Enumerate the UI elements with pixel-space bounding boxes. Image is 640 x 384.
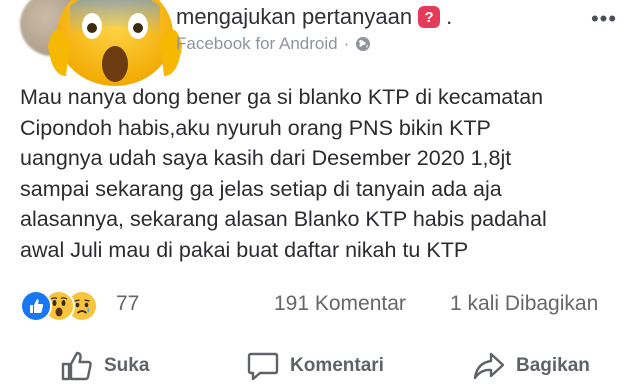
author-line: mengajukan pertanyaan ? . — [176, 2, 452, 32]
post-text: Mau nanya dong bener ga si blanko KTP di… — [20, 82, 630, 265]
like-icon — [20, 290, 52, 322]
share-button[interactable]: Bagikan — [472, 350, 590, 382]
post-text-line: Cipondoh habis,aku nyuruh orang PNS biki… — [20, 115, 491, 140]
post-stats: 77 191 Komentar 1 kali Dibagikan — [20, 288, 620, 322]
question-badge-icon: ? — [418, 6, 441, 28]
facebook-post: mengajukan pertanyaan ? . Facebook for A… — [0, 0, 640, 381]
like-button-label: Suka — [104, 355, 150, 376]
share-button-label: Bagikan — [516, 355, 590, 376]
share-count[interactable]: 1 kali Dibagikan — [450, 292, 598, 316]
comment-count[interactable]: 191 Komentar — [274, 292, 406, 316]
post-text-line: sampai sekarang ga jelas setiap di tanya… — [20, 176, 502, 201]
comment-button-label: Komentari — [290, 355, 384, 376]
reaction-summary[interactable] — [20, 290, 130, 322]
post-text-line: uangnya udah saya kasih dari Desember 20… — [20, 146, 512, 170]
comment-button[interactable]: Komentari — [246, 350, 384, 382]
like-button[interactable]: Suka — [60, 350, 149, 382]
reaction-count[interactable]: 77 — [116, 292, 139, 316]
scream-emoji-sticker-icon — [40, 0, 190, 86]
post-meta: Facebook for Android · — [176, 34, 371, 54]
trailing-dot: . — [446, 4, 453, 29]
post-text-line: alasannya, sekarang alasan Blanko KTP ha… — [20, 207, 547, 231]
comment-icon — [247, 352, 279, 381]
meta-separator: · — [343, 34, 350, 53]
more-options-button[interactable]: ••• — [586, 4, 622, 34]
globe-icon[interactable] — [355, 36, 371, 52]
post-source: Facebook for Android — [176, 34, 338, 53]
author-action-text: mengajukan pertanyaan — [176, 4, 413, 29]
thumbs-up-icon — [61, 351, 92, 381]
post-text-line: Mau nanya dong bener ga si blanko KTP di… — [20, 85, 544, 109]
share-arrow-icon — [473, 352, 505, 380]
post-text-line: awal Juli mau di pakai buat daftar nikah… — [20, 237, 469, 262]
action-bar: Suka Komentari Bagikan — [0, 344, 640, 384]
